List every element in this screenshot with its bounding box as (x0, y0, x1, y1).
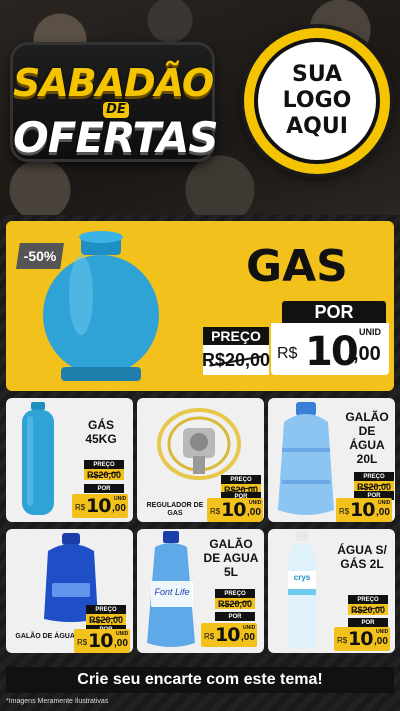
unit: UNID (376, 629, 389, 635)
price-cents: ,00 (114, 638, 128, 649)
bottle-brand-label: crys (293, 573, 311, 582)
discount-badge: -50% (16, 243, 64, 269)
price-int: 10 (350, 499, 375, 521)
logo-inner: SUA LOGO AQUI (254, 38, 380, 164)
price-int: 10 (348, 628, 373, 650)
product-card-water-10l: GALÃO DE ÁGUA 10L PREÇO R$20,00 POR UNID… (6, 529, 133, 653)
old-price: R$20,00 (348, 604, 388, 615)
title-line-3: OFERTAS (13, 113, 219, 162)
currency: R$ (210, 507, 221, 516)
price-int: 10 (86, 495, 111, 517)
price-box: UNID R$ 10 ,00 (201, 623, 257, 647)
preco-label: PREÇO (84, 460, 124, 469)
old-price: R$20,00 (84, 469, 124, 480)
product-name: REGULADOR DE GAS (146, 502, 204, 517)
unit: UNID (116, 631, 129, 637)
price-cents: ,00 (247, 507, 261, 518)
featured-currency: R$ (277, 345, 298, 362)
featured-preco-label: PREÇO (203, 327, 269, 345)
product-card-water-2l: crys ÁGUA S/ GÁS 2L PREÇO R$20,00 POR UN… (268, 529, 395, 653)
price-int: 10 (221, 499, 246, 521)
tall-gas-cylinder-image (22, 402, 54, 515)
por-label: POR (348, 618, 388, 627)
bottle-brand-label: Font Life (154, 587, 190, 597)
logo-line-2: LOGO (282, 88, 352, 113)
featured-por-label: POR (282, 301, 386, 323)
logo-placeholder: SUA LOGO AQUI (244, 28, 390, 174)
currency: R$ (339, 507, 350, 516)
price-box: UNID R$ 10 ,00 (336, 498, 392, 522)
water-jug-20l-image (278, 402, 334, 515)
title-block: SABADÃO DE OFERTAS (10, 42, 219, 162)
product-name: ÁGUA S/ GÁS 2L (337, 543, 387, 571)
preco-label: PREÇO (348, 595, 388, 604)
featured-old-price: R$20,00 (202, 345, 270, 375)
unit: UNID (378, 500, 391, 506)
cta-banner[interactable]: Crie seu encarte com este tema! (6, 667, 394, 693)
unit: UNID (243, 625, 256, 631)
logo-line-1: SUA (291, 62, 343, 87)
preco-label: PREÇO (215, 589, 255, 598)
featured-price-box: UNID R$ 10 ,00 (271, 323, 389, 375)
price-int: 10 (88, 630, 113, 652)
preco-label: PREÇO (86, 605, 126, 614)
price-box: UNID R$ 10 ,00 (207, 498, 263, 522)
featured-price-int: 10 (305, 329, 359, 375)
featured-unit: UNID (359, 327, 381, 337)
water-bottle-2l-image (288, 531, 316, 649)
currency: R$ (77, 638, 88, 647)
old-price: R$20,00 (86, 614, 126, 625)
price-cents: ,00 (241, 632, 255, 643)
title-line-1: SABADÃO (13, 61, 214, 105)
currency: R$ (337, 636, 348, 645)
product-card-water-20l: GALÃO DE ÁGUA 20L PREÇO R$20,00 POR UNID… (268, 398, 395, 522)
old-price: R$20,00 (215, 598, 255, 609)
hero-banner: SABADÃO DE OFERTAS SUA LOGO AQUI (0, 0, 400, 215)
featured-product-card: -50% GAS POR PREÇO R$20,00 UNID R$ 10 ,0… (6, 221, 394, 391)
currency: R$ (204, 632, 215, 641)
price-cents: ,00 (374, 636, 388, 647)
product-name: GÁS 45KG (85, 418, 117, 446)
product-card-regulator: REGULADOR DE GAS PREÇO R$20,00 POR UNID … (137, 398, 264, 522)
price-cents: ,00 (112, 503, 126, 514)
price-int: 10 (215, 624, 240, 646)
currency: R$ (75, 503, 86, 512)
product-name: GALÃO DE ÁGUA 20L (345, 410, 389, 466)
price-box: UNID R$ 10 ,00 (334, 627, 390, 651)
featured-title: GAS (246, 241, 348, 292)
product-card-gas-45kg: GÁS 45KG PREÇO R$20,00 POR UNID R$ 10 ,0… (6, 398, 133, 522)
price-cents: ,00 (376, 507, 390, 518)
featured-price-cents: ,00 (353, 343, 381, 365)
price-box: UNID R$ 10 ,00 (74, 629, 130, 653)
preco-label: PREÇO (221, 475, 261, 484)
unit: UNID (114, 496, 127, 502)
por-label: POR (84, 484, 124, 493)
product-name: GALÃO DE AGUA 5L (203, 537, 259, 579)
preco-label: PREÇO (354, 472, 394, 481)
price-box: UNID R$ 10 ,00 (72, 494, 128, 518)
gas-regulator-image (157, 408, 241, 480)
logo-line-3: AQUI (286, 114, 348, 139)
por-label: POR (215, 612, 255, 621)
disclaimer-text: *Imagens Meramente Ilustrativas (6, 698, 109, 705)
unit: UNID (249, 500, 262, 506)
product-card-water-5l: Font Life GALÃO DE AGUA 5L PREÇO R$20,00… (137, 529, 264, 653)
